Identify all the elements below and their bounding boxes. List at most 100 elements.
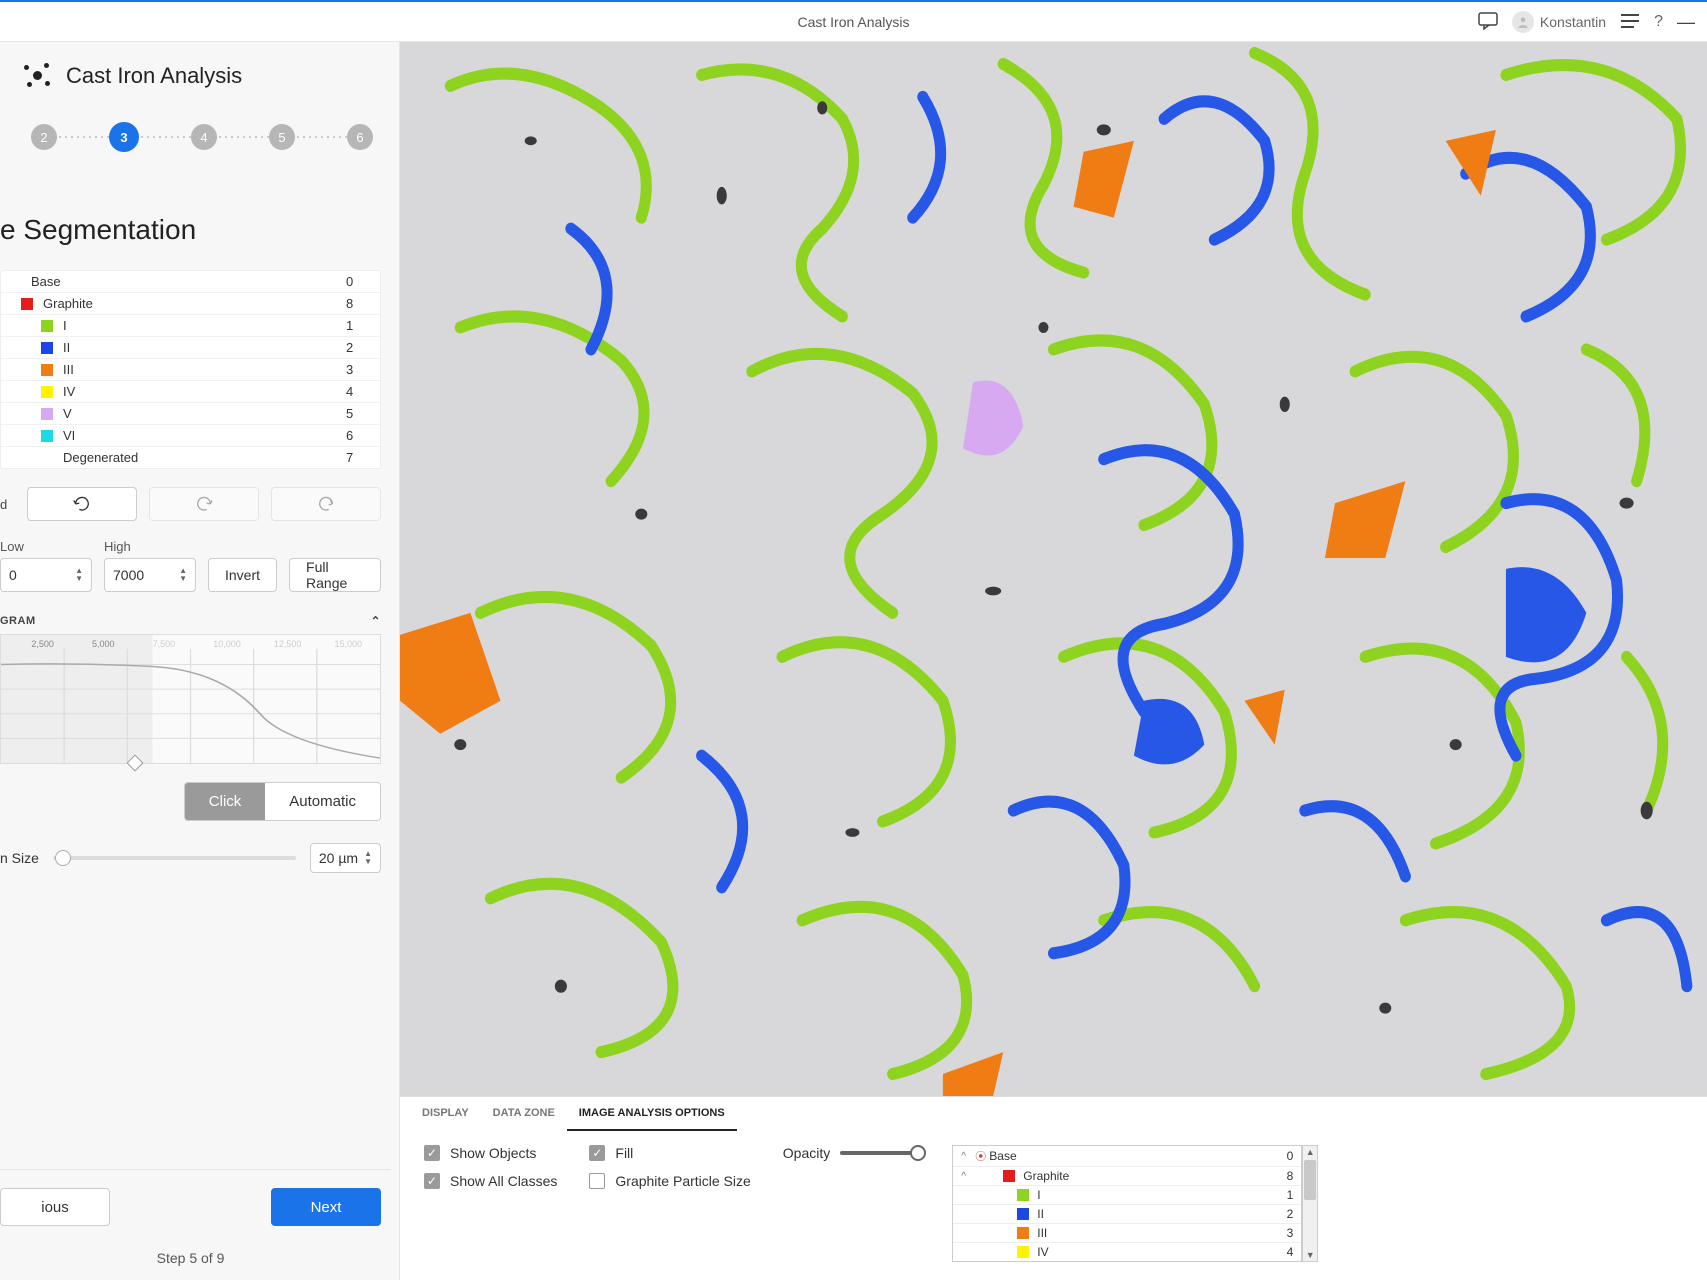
next-button[interactable]: Next [271,1188,381,1226]
class-label: III [63,362,346,377]
swatch-icon [1017,1227,1029,1239]
class-number: 4 [346,384,370,399]
sidebar-header: Cast Iron Analysis [0,42,391,104]
app-icon [24,62,52,90]
tree-number: 1 [1273,1188,1293,1202]
undo-button[interactable] [27,487,137,521]
check-show-all-classes[interactable]: ✓Show All Classes [424,1173,557,1189]
class-number: 3 [346,362,370,377]
redo-button[interactable] [149,487,259,521]
check-show-objects[interactable]: ✓Show Objects [424,1145,557,1161]
class-row[interactable]: Graphite8 [1,293,380,315]
invert-button[interactable]: Invert [208,558,277,592]
full-range-button[interactable]: Full Range [289,558,381,592]
swatch-icon [41,364,53,376]
title-bar: Cast Iron Analysis Konstantin ? — [0,2,1707,42]
class-label: Degenerated [63,450,346,465]
class-row[interactable]: VI6 [1,425,380,447]
user-menu[interactable]: Konstantin [1512,11,1606,33]
avatar-icon [1512,11,1534,33]
histogram[interactable]: 2,500 5,000 7,500 10,000 12,500 15,000 [0,634,381,764]
check-fill[interactable]: ✓Fill [589,1145,750,1161]
low-input[interactable]: 0▲▼ [0,558,92,592]
microscopy-image[interactable] [400,42,1707,1096]
redo-forward-button[interactable] [271,487,381,521]
tree-row[interactable]: IV4 [953,1243,1301,1261]
swatch-icon [1017,1246,1029,1258]
class-row[interactable]: IV4 [1,381,380,403]
swatch-icon [1003,1170,1015,1182]
low-label: Low [0,539,92,554]
swatch-icon [41,386,53,398]
histogram-collapse-icon[interactable]: ⌃ [370,614,381,628]
tree-number: 0 [1273,1149,1293,1163]
class-label: II [63,340,346,355]
class-row[interactable]: III3 [1,359,380,381]
caret-icon: ^ [961,1171,975,1182]
step-6[interactable]: 6 [347,124,373,150]
class-row[interactable]: II2 [1,337,380,359]
class-row[interactable]: Base0 [1,271,380,293]
mode-click-button[interactable]: Click [185,783,266,820]
mini-tree-scrollbar[interactable]: ▲ ▼ [1302,1145,1318,1262]
tree-label: I [1037,1188,1273,1202]
opacity-label: Opacity [783,1145,830,1161]
range-row: Low 0▲▼ High 7000▲▼ Invert Full Range [0,539,381,592]
class-label: IV [63,384,346,399]
tree-row[interactable]: I1 [953,1186,1301,1205]
min-size-slider[interactable] [53,856,296,860]
high-input[interactable]: 7000▲▼ [104,558,196,592]
help-icon[interactable]: ? [1654,13,1663,31]
class-row[interactable]: V5 [1,403,380,425]
check-graphite-particle-size[interactable]: Graphite Particle Size [589,1173,750,1189]
user-name: Konstantin [1540,14,1606,30]
class-row[interactable]: Degenerated7 [1,447,380,468]
tree-number: 2 [1273,1207,1293,1221]
tree-row[interactable]: II2 [953,1205,1301,1224]
step-count: Step 5 of 9 [0,1250,381,1266]
class-row[interactable]: I1 [1,315,380,337]
swatch-icon [9,276,21,288]
mode-automatic-button[interactable]: Automatic [265,783,380,820]
step-5[interactable]: 5 [269,124,295,150]
swatch-icon [41,408,53,420]
sidebar: Cast Iron Analysis 2 3 4 5 6 e Segmentat… [0,42,400,1280]
tree-row[interactable]: ^⦿Base0 [953,1146,1301,1167]
tree-label: II [1037,1207,1273,1221]
opacity-slider[interactable]: Opacity [783,1145,920,1161]
tree-label: Base [989,1149,1273,1163]
minimize-icon[interactable]: — [1677,12,1695,33]
previous-button[interactable]: ious [0,1188,110,1226]
sidebar-title: Cast Iron Analysis [66,63,242,89]
class-label: VI [63,428,346,443]
comment-icon[interactable] [1478,12,1498,33]
tree-row[interactable]: III3 [953,1224,1301,1243]
tree-label: IV [1037,1245,1273,1259]
class-number: 6 [346,428,370,443]
tree-number: 4 [1273,1245,1293,1259]
threshold-label: d [0,487,15,521]
tab-image-analysis-options[interactable]: IMAGE ANALYSIS OPTIONS [567,1097,737,1131]
stepper: 2 3 4 5 6 [0,104,391,170]
menu-icon[interactable] [1620,13,1640,32]
section-title: e Segmentation [0,170,391,270]
mini-tree[interactable]: ^⦿Base0^Graphite8I1II2III3IV4 [952,1145,1302,1262]
step-2[interactable]: 2 [31,124,57,150]
class-table[interactable]: Base0Graphite8I1II2III3IV4V5VI6Degenerat… [0,270,381,469]
tree-label: III [1037,1226,1273,1240]
class-label: Graphite [43,296,346,311]
tab-display[interactable]: DISPLAY [410,1097,481,1131]
step-3[interactable]: 3 [109,122,139,152]
content-area: DISPLAY DATA ZONE IMAGE ANALYSIS OPTIONS… [400,42,1707,1280]
min-size-value[interactable]: 20 µm▲▼ [310,843,381,873]
step-4[interactable]: 4 [191,124,217,150]
tree-row[interactable]: ^Graphite8 [953,1167,1301,1186]
class-number: 8 [346,296,370,311]
class-label: Base [31,274,346,289]
histogram-title: GRAM [0,615,36,627]
tab-data-zone[interactable]: DATA ZONE [481,1097,567,1131]
tree-number: 3 [1273,1226,1293,1240]
tree-number: 8 [1273,1169,1293,1183]
class-number: 5 [346,406,370,421]
window-title: Cast Iron Analysis [797,14,909,30]
